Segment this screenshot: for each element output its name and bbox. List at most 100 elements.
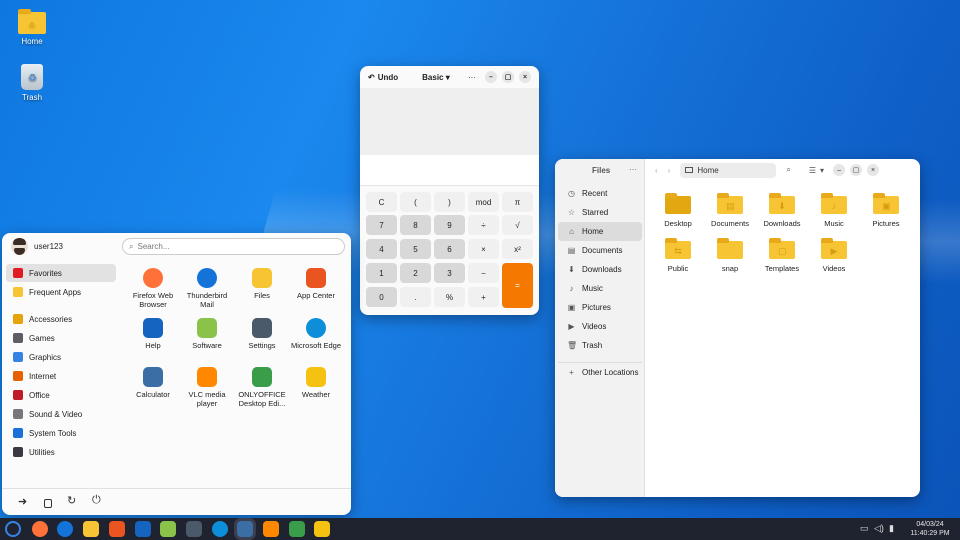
calc-key[interactable]: − (468, 263, 499, 283)
sidebar-item-trash[interactable]: 🗑 Trash (558, 336, 642, 355)
folder-videos[interactable]: ▶ Videos (808, 237, 860, 273)
calc-key[interactable]: × (468, 239, 499, 259)
sidebar-item-other-locations[interactable]: + Other Locations (558, 362, 642, 381)
volume-icon[interactable]: ◁) (874, 523, 884, 534)
calc-key[interactable]: π (502, 192, 533, 212)
calc-key[interactable]: 1 (366, 263, 397, 283)
calc-key[interactable]: 7 (366, 215, 397, 235)
folder-documents[interactable]: ▤ Documents (704, 192, 756, 228)
category-internet[interactable]: Internet (6, 367, 116, 385)
location-bar[interactable]: Home (680, 162, 777, 178)
desktop-icon-trash[interactable]: ♻ Trash (7, 64, 57, 102)
category-office[interactable]: Office (6, 386, 116, 404)
taskbar-app-icon[interactable] (160, 521, 177, 537)
folder-music[interactable]: ♪ Music (808, 192, 860, 228)
lock-icon[interactable] (44, 499, 52, 508)
sidebar-item-downloads[interactable]: ⬇ Downloads (558, 260, 642, 279)
category-utilities[interactable]: Utilities (6, 443, 116, 461)
taskbar-app-icon[interactable] (185, 521, 202, 537)
desktop-icon-home[interactable]: ⌂ Home (7, 8, 57, 46)
app-firefox-web-browser[interactable]: Firefox Web Browser (125, 268, 181, 309)
logout-icon[interactable]: ➜ (18, 495, 27, 508)
calc-key[interactable]: 8 (400, 215, 431, 235)
taskbar-app-icon[interactable] (211, 521, 228, 537)
back-icon[interactable]: ‹ (655, 166, 658, 175)
taskbar-app-icon[interactable] (83, 521, 100, 537)
category-games[interactable]: Games (6, 329, 116, 347)
sidebar-item-starred[interactable]: ☆ Starred (558, 203, 642, 222)
calc-key[interactable]: 4 (366, 239, 397, 259)
clock[interactable]: 04/03/24 11:40:29 PM (904, 520, 956, 538)
folder-desktop[interactable]: Desktop (652, 192, 704, 228)
calc-key[interactable]: 5 (400, 239, 431, 259)
app-weather[interactable]: Weather (288, 367, 344, 399)
app-app-center[interactable]: App Center (288, 268, 344, 300)
calc-key[interactable]: 0 (366, 287, 397, 307)
calc-key[interactable]: 6 (434, 239, 465, 259)
sidebar-menu-icon[interactable]: ··· (629, 165, 637, 174)
calc-key[interactable]: 3 (434, 263, 465, 283)
sidebar-item-pictures[interactable]: ▣ Pictures (558, 298, 642, 317)
category-graphics[interactable]: Graphics (6, 348, 116, 366)
app-files[interactable]: Files (234, 268, 290, 300)
power-icon[interactable]: ⏻ (92, 494, 101, 507)
folder-snap[interactable]: snap (704, 237, 756, 273)
category-system-tools[interactable]: System Tools (6, 424, 116, 442)
equals-button[interactable]: = (502, 263, 533, 308)
taskbar-app-icon[interactable] (31, 521, 48, 537)
calc-key[interactable]: ÷ (468, 215, 499, 235)
category-accessories[interactable]: Accessories (6, 310, 116, 328)
battery-icon[interactable]: ▮ (889, 523, 894, 534)
taskbar-app-icon[interactable] (237, 521, 254, 537)
taskbar-app-icon[interactable] (314, 521, 331, 537)
view-list-icon[interactable]: ☰ (809, 166, 816, 175)
category-sound-video[interactable]: Sound & Video (6, 405, 116, 423)
calc-key[interactable]: + (468, 287, 499, 307)
taskbar-app-icon[interactable] (108, 521, 125, 537)
calc-key[interactable]: x² (502, 239, 533, 259)
calc-key[interactable]: C (366, 192, 397, 212)
search-input[interactable]: ⌕ Search... (122, 238, 345, 255)
calc-key[interactable]: 2 (400, 263, 431, 283)
network-icon[interactable]: ▭ (860, 523, 869, 534)
folder-downloads[interactable]: ⬇ Downloads (756, 192, 808, 228)
mode-selector[interactable]: Basic ▾ (422, 73, 450, 82)
calc-key[interactable]: ( (400, 192, 431, 212)
undo-button[interactable]: Undo (378, 73, 398, 82)
chevron-down-icon[interactable]: ▾ (820, 166, 824, 175)
restart-icon[interactable]: ↻ (67, 494, 76, 507)
folder-templates[interactable]: ▢ Templates (756, 237, 808, 273)
category-frequent-apps[interactable]: Frequent Apps (6, 283, 116, 301)
maximize-button[interactable]: ▢ (850, 164, 863, 176)
forward-icon[interactable]: › (668, 166, 671, 175)
app-thunderbird-mail[interactable]: Thunderbird Mail (179, 268, 235, 309)
maximize-button[interactable]: ▢ (502, 71, 514, 83)
calc-key[interactable]: . (400, 287, 431, 307)
category-favorites[interactable]: Favorites (6, 264, 116, 282)
app-calculator[interactable]: Calculator (125, 367, 181, 399)
app-onlyoffice-desktop-edi[interactable]: ONLYOFFICE Desktop Edi... (234, 367, 290, 408)
sidebar-item-videos[interactable]: ▶ Videos (558, 317, 642, 336)
folder-public[interactable]: ⇆ Public (652, 237, 704, 273)
taskbar-app-icon[interactable] (288, 521, 305, 537)
start-button[interactable] (5, 521, 21, 537)
calc-key[interactable]: √ (502, 215, 533, 235)
calc-key[interactable]: ) (434, 192, 465, 212)
sidebar-item-home[interactable]: ⌂ Home (558, 222, 642, 241)
app-settings[interactable]: Settings (234, 318, 290, 350)
avatar[interactable] (11, 238, 28, 255)
taskbar-app-icon[interactable] (134, 521, 151, 537)
sidebar-item-recent[interactable]: ◷ Recent (558, 184, 642, 203)
close-button[interactable]: × (519, 71, 531, 83)
taskbar-app-icon[interactable] (57, 521, 74, 537)
sidebar-item-music[interactable]: ♪ Music (558, 279, 642, 298)
search-icon[interactable]: ⌕ (786, 165, 790, 175)
taskbar-app-icon[interactable] (263, 521, 279, 537)
minimize-button[interactable]: – (485, 71, 497, 83)
calculator-display-input[interactable] (360, 155, 539, 186)
minimize-button[interactable]: – (833, 164, 846, 176)
app-help[interactable]: Help (125, 318, 181, 350)
menu-icon[interactable]: ··· (468, 73, 476, 82)
sidebar-item-documents[interactable]: ▤ Documents (558, 241, 642, 260)
app-microsoft-edge[interactable]: Microsoft Edge (288, 318, 344, 350)
